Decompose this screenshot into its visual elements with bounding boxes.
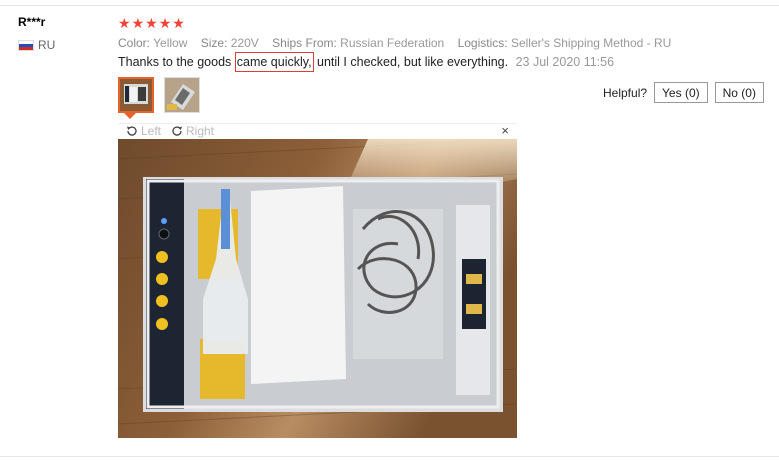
rotate-right-icon <box>172 126 182 136</box>
photo-thumbnails <box>118 77 200 113</box>
rating-stars: ★★★★★ <box>118 15 186 31</box>
star-icon: ★ <box>158 15 172 31</box>
photo-thumbnail-1[interactable] <box>118 77 154 113</box>
review-text-highlight: came quickly, <box>234 52 314 72</box>
rotate-right-label: Right <box>186 124 215 138</box>
review-photo <box>117 138 518 438</box>
color-value: Yellow <box>153 36 188 50</box>
helpful-yes-button[interactable]: Yes (0) <box>654 82 708 103</box>
reviewer-name: R***r <box>18 15 46 29</box>
helpful-no-button[interactable]: No (0) <box>714 82 764 103</box>
purchase-details: Color: Yellow Size: 220V Ships From: Rus… <box>118 36 671 50</box>
star-icon: ★ <box>131 15 145 31</box>
rotate-left-button[interactable]: Left <box>126 124 161 138</box>
review-date: 23 Jul 2020 11:56 <box>515 55 615 69</box>
star-icon: ★ <box>118 15 131 31</box>
country-code: RU <box>38 38 56 52</box>
bottom-divider <box>0 456 779 457</box>
ships-from-label: Ships From: <box>272 36 337 50</box>
logistics-label: Logistics: <box>457 36 508 50</box>
helpful-label: Helpful? <box>603 85 648 100</box>
star-icon: ★ <box>145 15 158 31</box>
size-value: 220V <box>230 36 259 50</box>
review-text-end: until I checked, but like everything. <box>313 55 509 69</box>
russia-flag-icon <box>18 39 34 51</box>
star-icon: ★ <box>172 15 185 31</box>
reviewer-country: RU <box>18 38 55 52</box>
rotate-right-button[interactable]: Right <box>171 124 214 138</box>
size-label: Size: <box>200 36 228 50</box>
review-text-start: Thanks to the goods <box>118 55 235 69</box>
photo-viewer-toolbar: Left Right × <box>118 123 517 140</box>
helpful-vote: Helpful? Yes (0) No (0) <box>603 82 764 103</box>
rotate-left-icon <box>127 126 137 136</box>
top-divider <box>0 5 779 6</box>
logistics-value: Seller's Shipping Method - RU <box>510 36 672 50</box>
rotate-left-label: Left <box>141 124 162 138</box>
ships-from-value: Russian Federation <box>340 36 445 50</box>
close-icon[interactable]: × <box>501 123 509 138</box>
color-label: Color: <box>118 36 151 50</box>
active-thumbnail-pointer <box>124 113 136 119</box>
photo-thumbnail-2[interactable] <box>164 77 200 113</box>
review-text: Thanks to the goods came quickly, until … <box>118 52 615 72</box>
